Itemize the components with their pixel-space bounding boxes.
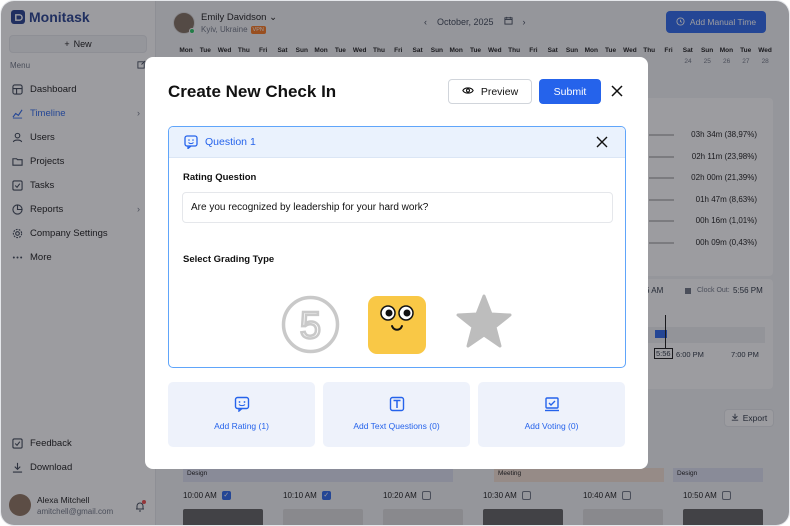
question-card: Question 1 Rating Question Select Gradin… xyxy=(168,126,626,368)
add-text-questions-button[interactable]: Add Text Questions (0) xyxy=(323,382,470,447)
question-title: Question 1 xyxy=(205,136,256,148)
add-rating-label: Add Rating (1) xyxy=(214,421,269,431)
grading-number-text: 5 xyxy=(300,305,321,347)
text-icon xyxy=(389,396,405,412)
grading-type-star[interactable] xyxy=(455,293,513,351)
eye-icon xyxy=(462,86,474,98)
voting-icon xyxy=(544,396,560,412)
question-chat-icon xyxy=(184,135,198,154)
add-voting-button[interactable]: Add Voting (0) xyxy=(478,382,625,447)
create-check-in-modal: Create New Check In Preview Submit Quest… xyxy=(145,57,648,469)
star-icon xyxy=(456,294,512,348)
close-icon[interactable] xyxy=(608,82,626,100)
submit-button[interactable]: Submit xyxy=(539,79,601,104)
grading-type-label: Select Grading Type xyxy=(183,254,275,265)
app-frame: Monitask + New Menu Dashboard Timeline ›… xyxy=(0,0,790,526)
rating-question-label: Rating Question xyxy=(183,172,257,183)
add-voting-label: Add Voting (0) xyxy=(524,421,579,431)
add-rating-button[interactable]: Add Rating (1) xyxy=(168,382,315,447)
rating-question-input[interactable] xyxy=(182,192,613,223)
preview-button[interactable]: Preview xyxy=(448,79,532,104)
grading-type-number[interactable]: 5 xyxy=(281,295,340,354)
grading-type-emoji[interactable] xyxy=(368,296,426,354)
remove-question-close-icon[interactable] xyxy=(596,135,608,153)
smiley-face-icon xyxy=(380,305,414,331)
rating-icon xyxy=(234,396,250,413)
modal-title: Create New Check In xyxy=(168,82,337,101)
preview-label: Preview xyxy=(480,85,519,98)
add-text-questions-label: Add Text Questions (0) xyxy=(353,421,440,431)
question-header: Question 1 xyxy=(169,127,625,158)
